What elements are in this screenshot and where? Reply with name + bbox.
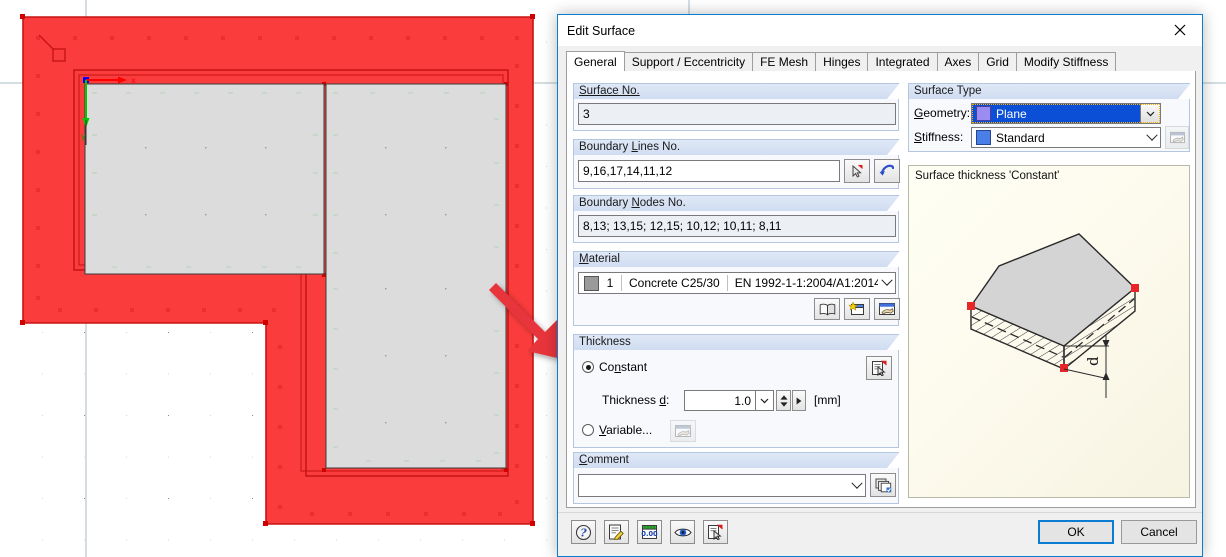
group-label-boundary-nodes: Boundary Nodes No.: [579, 197, 686, 209]
new-material-icon[interactable]: [844, 298, 870, 320]
edit-material-icon[interactable]: [874, 298, 900, 320]
tab-modify-stiffness[interactable]: Modify Stiffness: [1015, 52, 1117, 71]
tab-panel-general: Surface No. 3 Boundary Lines No. 9,16,17…: [566, 71, 1196, 508]
material-color-swatch: [584, 275, 599, 291]
reverse-arrow-icon[interactable]: [874, 159, 900, 183]
thickness-combo-chevron-icon[interactable]: [756, 390, 774, 411]
group-surface-type: Surface Type Geometry: Plane Stiffness:: [908, 83, 1190, 152]
group-boundary-lines: Boundary Lines No. 9,16,17,14,11,12: [573, 139, 900, 189]
thickness-variable-label: Variable...: [599, 423, 653, 437]
thickness-value: 1.0: [734, 393, 751, 408]
thickness-preview-panel: Surface thickness 'Constant' d: [908, 165, 1190, 498]
edit-surface-dialog: Edit Surface General Support / Eccentric…: [557, 14, 1203, 557]
tab-fe-mesh[interactable]: FE Mesh: [752, 52, 817, 71]
thickness-variable-radio[interactable]: Variable...: [582, 423, 652, 437]
stiffness-label: Stiffness:: [914, 130, 964, 144]
thickness-constant-radio[interactable]: Constant: [582, 360, 647, 374]
group-label-material: Material: [579, 253, 620, 265]
footer-divider: [558, 512, 1202, 513]
chevron-down-icon[interactable]: [878, 279, 895, 287]
tab-integrated[interactable]: Integrated: [867, 52, 938, 71]
material-name: Concrete C25/30: [629, 276, 720, 290]
spinner-updown-icon[interactable]: [776, 390, 791, 411]
ok-button[interactable]: OK: [1038, 520, 1114, 544]
radio-indicator-variable: [582, 424, 594, 436]
tab-axes[interactable]: Axes: [936, 52, 980, 71]
units-button[interactable]: 0.00: [637, 520, 662, 544]
close-icon[interactable]: [1157, 15, 1202, 45]
library-book-icon[interactable]: [814, 298, 840, 320]
svg-text:y: y: [81, 132, 86, 141]
stiffness-color-swatch: [976, 130, 991, 145]
group-thickness: Thickness Constant Thickness d: 1.0 [mm]…: [573, 334, 899, 448]
svg-text:d: d: [1084, 356, 1102, 366]
svg-text:0.00: 0.00: [641, 530, 658, 538]
geometry-label: Geometry:: [914, 106, 971, 120]
boundary-lines-input[interactable]: 9,16,17,14,11,12: [578, 160, 840, 182]
thickness-unit-label: [mm]: [814, 393, 841, 407]
stiffness-value: Standard: [996, 130, 1045, 145]
group-label-boundary-lines: Boundary Lines No.: [579, 141, 681, 153]
tab-grid[interactable]: Grid: [978, 52, 1017, 71]
pick-thickness-icon[interactable]: [866, 356, 892, 380]
chevron-down-icon[interactable]: [1143, 134, 1160, 142]
step-right-icon[interactable]: [792, 390, 806, 411]
tab-hinges[interactable]: Hinges: [815, 52, 869, 71]
group-boundary-nodes: Boundary Nodes No. 8,13; 13,15; 12,15; 1…: [573, 195, 899, 243]
group-comment: Comment: [573, 452, 899, 504]
comment-library-icon[interactable]: [870, 473, 896, 497]
thickness-constant-label: Constant: [599, 360, 648, 374]
material-number: 1: [606, 276, 614, 290]
svg-text:?: ?: [580, 526, 587, 539]
geometry-color-swatch: [976, 106, 991, 121]
tab-support-eccentricity[interactable]: Support / Eccentricity: [623, 52, 754, 71]
thickness-d-label: Thickness d:: [602, 393, 670, 407]
stiffness-edit-icon: [1165, 126, 1189, 149]
stiffness-select[interactable]: Standard: [971, 127, 1161, 148]
group-label-surface-no: Surface No.: [579, 85, 640, 97]
group-material: Material 1 Concrete C25/30 EN 1992-1-1:2…: [573, 251, 900, 326]
help-button[interactable]: ?: [571, 520, 596, 544]
comment-input[interactable]: [578, 474, 866, 497]
surface-no-input[interactable]: 3: [578, 103, 896, 125]
chevron-down-icon[interactable]: [1140, 104, 1160, 123]
geometry-value: Plane: [996, 106, 1027, 121]
pick-cursor-icon[interactable]: [844, 159, 870, 183]
pick-graphic-button[interactable]: [703, 520, 728, 544]
tab-general[interactable]: General: [566, 51, 625, 72]
group-label-comment: Comment: [579, 454, 629, 466]
material-select[interactable]: 1 Concrete C25/30 EN 1992-1-1:2004/A1:20…: [578, 272, 896, 294]
dialog-titlebar[interactable]: Edit Surface: [558, 15, 1202, 46]
radio-indicator-constant: [582, 361, 594, 373]
view-button[interactable]: [670, 520, 695, 544]
notes-button[interactable]: [604, 520, 629, 544]
dialog-title: Edit Surface: [567, 23, 636, 38]
chevron-down-icon[interactable]: [848, 482, 865, 490]
svg-text:x: x: [131, 76, 136, 85]
group-label-thickness: Thickness: [579, 336, 631, 348]
cancel-button[interactable]: Cancel: [1121, 520, 1197, 544]
geometry-select[interactable]: Plane: [971, 103, 1161, 124]
dialog-tabs: General Support / Eccentricity FE Mesh H…: [566, 51, 1196, 72]
material-standard: EN 1992-1-1:2004/A1:2014: [734, 276, 878, 290]
variable-edit-icon: [670, 420, 696, 442]
group-surface-no: Surface No. 3: [573, 83, 899, 131]
boundary-nodes-input[interactable]: 8,13; 13,15; 12,15; 10,12; 10,11; 8,11: [578, 215, 896, 237]
dialog-bottom-toolbar: ? 0.00: [571, 520, 901, 544]
thickness-value-input[interactable]: 1.0: [684, 390, 756, 411]
group-label-surface-type: Surface Type: [914, 85, 982, 97]
